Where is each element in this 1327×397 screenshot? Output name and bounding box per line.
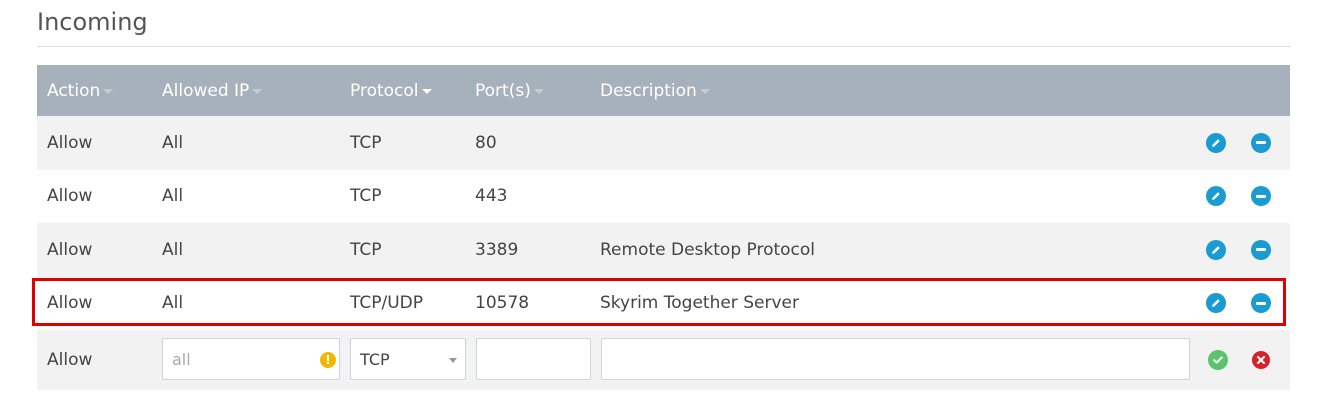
rule-action: Allow bbox=[47, 186, 93, 207]
chevron-down-icon bbox=[449, 358, 457, 363]
description-input[interactable] bbox=[601, 338, 1190, 380]
rule-ip: All bbox=[162, 132, 184, 153]
column-header-label: Allowed IP bbox=[162, 80, 250, 101]
table-row: Allow All TCP 80 bbox=[37, 116, 1290, 170]
rule-ip: All bbox=[162, 186, 184, 207]
pencil-icon bbox=[1212, 138, 1220, 147]
rule-port: 80 bbox=[475, 132, 497, 153]
column-header-label: Action bbox=[47, 80, 101, 101]
rule-ip: All bbox=[162, 239, 184, 260]
sort-caret-icon bbox=[103, 89, 114, 94]
rule-protocol: TCP/UDP bbox=[350, 293, 424, 314]
remove-rule-button[interactable] bbox=[1251, 186, 1271, 207]
table-header: Action Allowed IP Protocol Port(s) Descr… bbox=[37, 65, 1290, 116]
x-circle-icon bbox=[1256, 355, 1266, 365]
column-header-protocol[interactable]: Protocol bbox=[350, 65, 432, 116]
column-header-allowed-ip[interactable]: Allowed IP bbox=[162, 65, 263, 116]
warning-icon: ! bbox=[320, 352, 336, 368]
column-header-description[interactable]: Description bbox=[600, 65, 710, 116]
column-header-label: Protocol bbox=[350, 80, 419, 101]
minus-circle-icon bbox=[1256, 301, 1266, 305]
remove-rule-button[interactable] bbox=[1251, 132, 1271, 153]
port-input[interactable] bbox=[476, 338, 591, 380]
column-header-label: Port(s) bbox=[475, 80, 531, 101]
sort-caret-icon bbox=[252, 89, 263, 94]
rule-port: 443 bbox=[475, 186, 508, 207]
protocol-selected-value: TCP bbox=[360, 349, 390, 369]
edit-rule-button[interactable] bbox=[1206, 293, 1226, 314]
rule-port: 10578 bbox=[475, 293, 530, 314]
pencil-icon bbox=[1212, 192, 1220, 201]
sort-caret-icon bbox=[421, 89, 432, 94]
save-rule-button[interactable] bbox=[1208, 350, 1228, 370]
rule-protocol: TCP bbox=[350, 239, 382, 260]
section-title: Incoming bbox=[37, 8, 148, 36]
rule-description: Remote Desktop Protocol bbox=[600, 239, 816, 260]
minus-circle-icon bbox=[1256, 194, 1266, 198]
allowed-ip-input[interactable] bbox=[162, 338, 340, 380]
column-header-ports[interactable]: Port(s) bbox=[475, 65, 544, 116]
table-row: Allow All TCP 3389 Remote Desktop Protoc… bbox=[37, 223, 1290, 277]
edit-rule-button[interactable] bbox=[1206, 132, 1226, 153]
pencil-icon bbox=[1212, 299, 1220, 308]
rule-action: Allow bbox=[47, 293, 93, 314]
table-row: Allow All TCP 443 bbox=[37, 169, 1290, 223]
rule-protocol: TCP bbox=[350, 186, 382, 207]
rule-action: Allow bbox=[47, 132, 93, 153]
edit-rule-button[interactable] bbox=[1206, 239, 1226, 260]
section-divider bbox=[37, 46, 1290, 47]
column-header-action[interactable]: Action bbox=[47, 65, 114, 116]
rule-action: Allow bbox=[47, 239, 93, 260]
minus-circle-icon bbox=[1256, 141, 1266, 145]
cancel-rule-button[interactable] bbox=[1252, 351, 1270, 369]
new-rule-action: Allow bbox=[47, 350, 93, 370]
protocol-select[interactable]: TCP bbox=[350, 338, 466, 380]
pencil-icon bbox=[1212, 245, 1220, 254]
new-rule-row: Allow ! TCP bbox=[37, 330, 1290, 390]
rule-description: Skyrim Together Server bbox=[600, 293, 799, 314]
incoming-rules-table: Action Allowed IP Protocol Port(s) Descr… bbox=[37, 65, 1290, 390]
minus-circle-icon bbox=[1256, 248, 1266, 252]
remove-rule-button[interactable] bbox=[1251, 239, 1271, 260]
sort-caret-icon bbox=[699, 89, 710, 94]
remove-rule-button[interactable] bbox=[1251, 293, 1271, 314]
sort-caret-icon bbox=[533, 89, 544, 94]
edit-rule-button[interactable] bbox=[1206, 186, 1226, 207]
column-header-label: Description bbox=[600, 80, 697, 101]
check-circle-icon bbox=[1213, 356, 1223, 364]
rule-port: 3389 bbox=[475, 239, 519, 260]
table-row: Allow All TCP/UDP 10578 Skyrim Together … bbox=[37, 276, 1290, 330]
rule-ip: All bbox=[162, 293, 184, 314]
rule-protocol: TCP bbox=[350, 132, 382, 153]
